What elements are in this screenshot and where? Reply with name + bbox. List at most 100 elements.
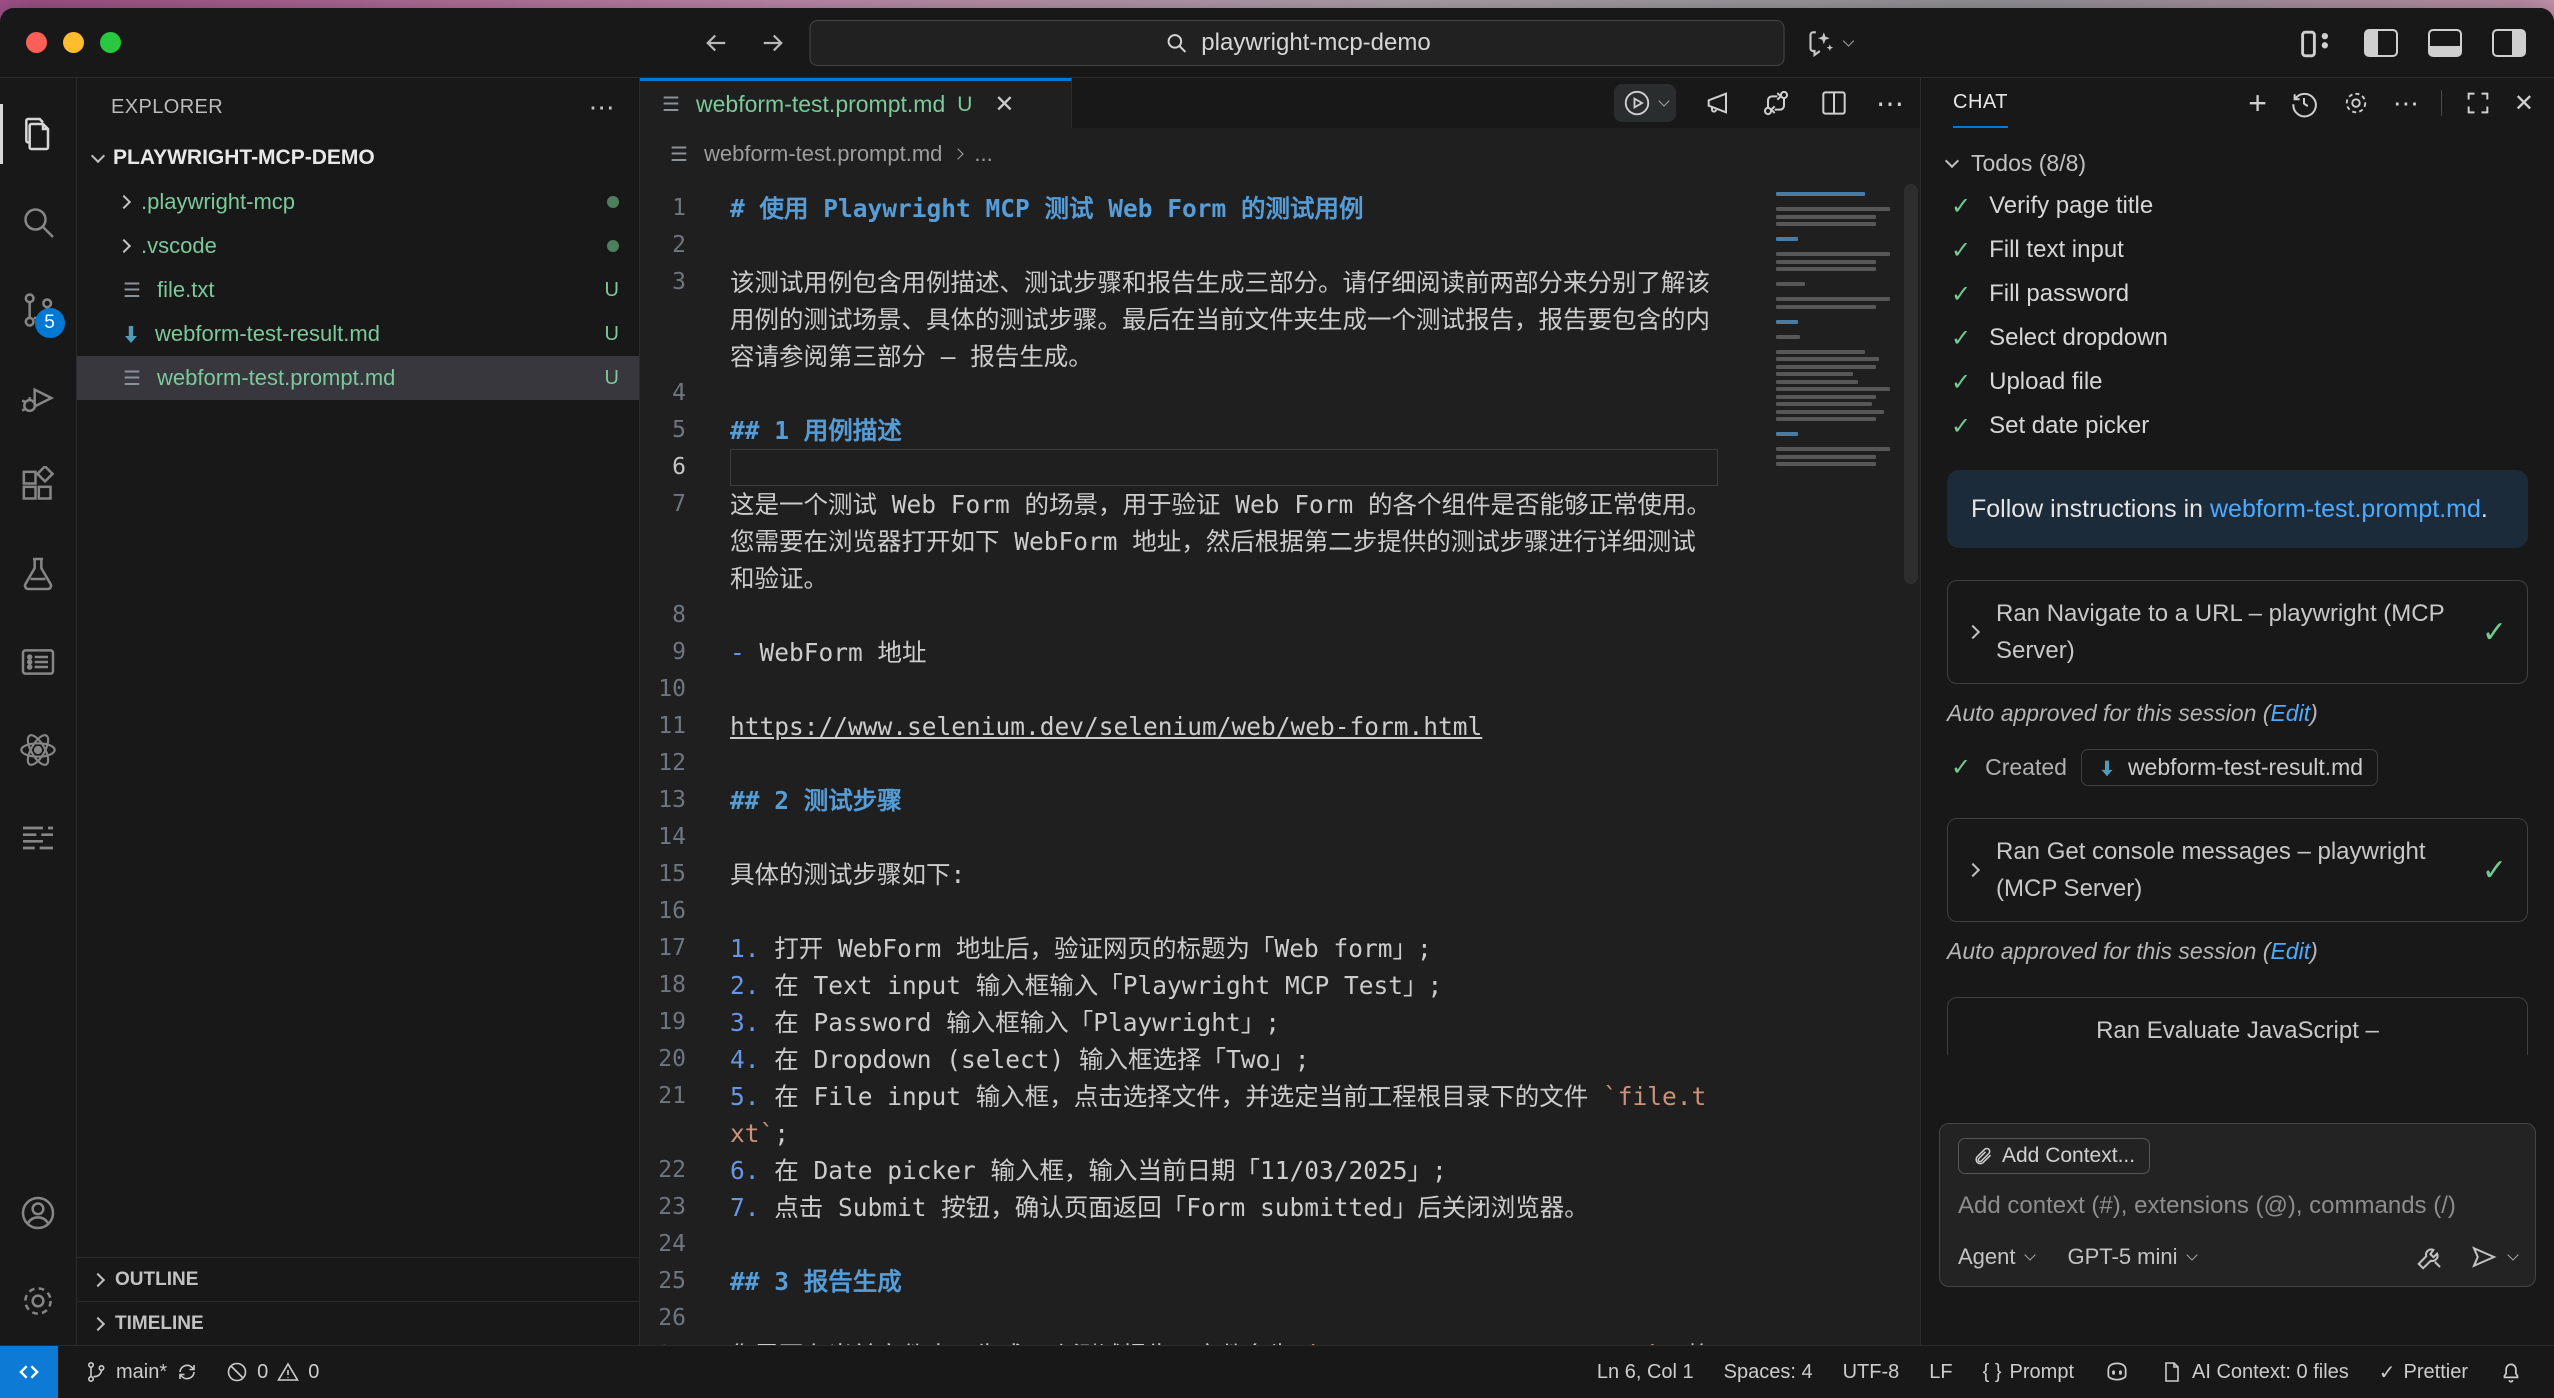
code-line-4[interactable]: 4 bbox=[640, 375, 1760, 412]
created-file-chip[interactable]: webform-test-result.md bbox=[2081, 749, 2378, 786]
code-line-26[interactable]: 26 bbox=[640, 1300, 1760, 1337]
explorer-item--playwright-mcp[interactable]: .playwright-mcp bbox=[77, 180, 639, 224]
code-line-14[interactable]: 14 bbox=[640, 819, 1760, 856]
toggle-secondary-sidebar-icon[interactable] bbox=[2492, 29, 2526, 57]
explorer-more-actions-icon[interactable]: ⋯ bbox=[589, 92, 615, 123]
code-line-22[interactable]: 226. 在 Date picker 输入框，输入当前日期「11/03/2025… bbox=[640, 1152, 1760, 1189]
code-line-21[interactable]: 215. 在 File input 输入框，点击选择文件，并选定当前工程根目录下… bbox=[640, 1078, 1760, 1152]
extensions-activity-icon[interactable] bbox=[0, 442, 77, 530]
explorer-activity-icon[interactable] bbox=[0, 90, 77, 178]
close-tab-icon[interactable]: ✕ bbox=[994, 90, 1014, 119]
code-line-7[interactable]: 7这是一个测试 Web Form 的场景，用于验证 Web Form 的各个组件… bbox=[640, 486, 1760, 597]
code-line-20[interactable]: 204. 在 Dropdown (select) 输入框选择「Two」; bbox=[640, 1041, 1760, 1078]
customize-layout-icon[interactable] bbox=[2300, 29, 2334, 57]
code-line-10[interactable]: 10 bbox=[640, 671, 1760, 708]
send-button[interactable] bbox=[2469, 1242, 2517, 1272]
minimize-window-button[interactable] bbox=[63, 32, 84, 53]
configure-tools-icon[interactable] bbox=[2415, 1242, 2445, 1272]
code-line-18[interactable]: 182. 在 Text input 输入框输入「Playwright MCP T… bbox=[640, 967, 1760, 1004]
indentation-status[interactable]: Spaces: 4 bbox=[1724, 1361, 1813, 1384]
chat-history-icon[interactable] bbox=[2289, 88, 2319, 118]
code-line-23[interactable]: 237. 点击 Submit 按钮，确认页面返回「Form submitted」… bbox=[640, 1189, 1760, 1226]
back-arrow-icon[interactable] bbox=[702, 28, 732, 58]
search-activity-icon[interactable] bbox=[0, 178, 77, 266]
new-chat-icon[interactable]: + bbox=[2248, 87, 2267, 119]
eol-status[interactable]: LF bbox=[1929, 1361, 1952, 1384]
code-line-3[interactable]: 3该测试用例包含用例描述、测试步骤和报告生成三部分。请仔细阅读前两部分来分别了解… bbox=[640, 264, 1760, 375]
timeline-section-header[interactable]: TIMELINE bbox=[77, 1301, 639, 1345]
split-editor-icon[interactable] bbox=[1818, 87, 1850, 119]
language-mode-status[interactable]: { }Prompt bbox=[1983, 1361, 2074, 1384]
compare-changes-icon[interactable] bbox=[1760, 87, 1792, 119]
code-line-11[interactable]: 11https://www.selenium.dev/selenium/web/… bbox=[640, 708, 1760, 745]
maximize-panel-icon[interactable] bbox=[2464, 89, 2492, 117]
code-line-8[interactable]: 8 bbox=[640, 597, 1760, 634]
code-line-1[interactable]: 1# 使用 Playwright MCP 测试 Web Form 的测试用例 bbox=[640, 190, 1760, 227]
accounts-icon[interactable] bbox=[0, 1169, 77, 1257]
notebook-activity-icon[interactable] bbox=[0, 618, 77, 706]
copilot-menu[interactable] bbox=[1807, 27, 1853, 59]
agent-mode-dropdown[interactable]: Agent bbox=[1958, 1244, 2034, 1270]
toggle-panel-icon[interactable] bbox=[2428, 29, 2462, 57]
code-line-27[interactable]: 27您需要在当前文件夹下生成一个测试报告，文件名为 `webform-test-… bbox=[640, 1337, 1760, 1345]
settings-gear-icon[interactable] bbox=[0, 1257, 77, 1345]
copilot-status-icon[interactable] bbox=[2104, 1359, 2130, 1385]
encoding-status[interactable]: UTF-8 bbox=[1843, 1361, 1900, 1384]
editor-content[interactable]: 1# 使用 Playwright MCP 测试 Web Form 的测试用例23… bbox=[640, 180, 1920, 1345]
workspace-root-folder[interactable]: PLAYWRIGHT-MCP-DEMO bbox=[77, 136, 639, 180]
zoom-window-button[interactable] bbox=[100, 32, 121, 53]
code-line-6[interactable]: 6 bbox=[640, 449, 1760, 486]
toggle-primary-sidebar-icon[interactable] bbox=[2364, 29, 2398, 57]
forward-arrow-icon[interactable] bbox=[758, 28, 788, 58]
cursor-position-status[interactable]: Ln 6, Col 1 bbox=[1597, 1361, 1694, 1384]
tool-call-console[interactable]: Ran Get console messages – playwright (M… bbox=[1947, 818, 2528, 922]
tab-webform-test-prompt[interactable]: ☰ webform-test.prompt.md U ✕ bbox=[640, 78, 1072, 128]
code-line-12[interactable]: 12 bbox=[640, 745, 1760, 782]
notifications-bell-icon[interactable] bbox=[2498, 1359, 2524, 1385]
source-control-activity-icon[interactable]: 5 bbox=[0, 266, 77, 354]
close-window-button[interactable] bbox=[26, 32, 47, 53]
code-line-16[interactable]: 16 bbox=[640, 893, 1760, 930]
editor-more-actions-icon[interactable]: ⋯ bbox=[1876, 87, 1904, 120]
todos-header[interactable]: Todos (8/8) bbox=[1947, 142, 2528, 184]
edit-approval-link[interactable]: Edit bbox=[2270, 938, 2310, 964]
prompt-file-link[interactable]: webform-test.prompt.md bbox=[2210, 495, 2481, 523]
tool-call-evaluate-js[interactable]: Ran Evaluate JavaScript – bbox=[1947, 997, 2528, 1055]
ai-context-status[interactable]: AI Context: 0 files bbox=[2160, 1360, 2349, 1384]
run-prompt-button[interactable] bbox=[1614, 84, 1676, 122]
tool-call-navigate[interactable]: Ran Navigate to a URL – playwright (MCP … bbox=[1947, 580, 2528, 684]
testing-activity-icon[interactable] bbox=[0, 530, 77, 618]
add-context-button[interactable]: Add Context... bbox=[1958, 1138, 2150, 1174]
code-line-5[interactable]: 5## 1 用例描述 bbox=[640, 412, 1760, 449]
tab-chat[interactable]: CHAT bbox=[1953, 78, 2008, 128]
remote-indicator[interactable] bbox=[0, 1346, 58, 1398]
code-line-25[interactable]: 25## 3 报告生成 bbox=[640, 1263, 1760, 1300]
code-line-19[interactable]: 193. 在 Password 输入框输入「Playwright」; bbox=[640, 1004, 1760, 1041]
code-line-13[interactable]: 13## 2 测试步骤 bbox=[640, 782, 1760, 819]
formatter-status[interactable]: ✓Prettier bbox=[2379, 1360, 2468, 1385]
code-line-24[interactable]: 24 bbox=[640, 1226, 1760, 1263]
code-line-17[interactable]: 171. 打开 WebForm 地址后，验证网页的标题为「Web form」; bbox=[640, 930, 1760, 967]
code-line-2[interactable]: 2 bbox=[640, 227, 1760, 264]
explorer-item-webform-test-prompt-md[interactable]: ☰webform-test.prompt.mdU bbox=[77, 356, 639, 400]
chat-settings-gear-icon[interactable] bbox=[2341, 88, 2371, 118]
feedback-megaphone-icon[interactable] bbox=[1702, 87, 1734, 119]
chat-input-field[interactable]: Add context (#), extensions (@), command… bbox=[1958, 1192, 2517, 1220]
explorer-item-webform-test-result-md[interactable]: webform-test-result.mdU bbox=[77, 312, 639, 356]
problems-status[interactable]: 0 0 bbox=[225, 1360, 319, 1384]
editor-scrollbar[interactable] bbox=[1904, 184, 1918, 584]
react-extension-activity-icon[interactable] bbox=[0, 706, 77, 794]
explorer-item--vscode[interactable]: .vscode bbox=[77, 224, 639, 268]
run-debug-activity-icon[interactable] bbox=[0, 354, 77, 442]
explorer-item-file-txt[interactable]: ☰file.txtU bbox=[77, 268, 639, 312]
git-branch-status[interactable]: main* bbox=[84, 1360, 199, 1384]
edit-approval-link[interactable]: Edit bbox=[2270, 700, 2310, 726]
breadcrumb[interactable]: ☰ webform-test.prompt.md ... bbox=[640, 128, 1920, 180]
model-dropdown[interactable]: GPT-5 mini bbox=[2068, 1244, 2196, 1270]
outline-extension-activity-icon[interactable] bbox=[0, 794, 77, 882]
code-line-9[interactable]: 9- WebForm 地址 bbox=[640, 634, 1760, 671]
code-line-15[interactable]: 15具体的测试步骤如下: bbox=[640, 856, 1760, 893]
chat-more-actions-icon[interactable]: ⋯ bbox=[2393, 88, 2419, 119]
minimap[interactable] bbox=[1776, 192, 1896, 470]
outline-section-header[interactable]: OUTLINE bbox=[77, 1257, 639, 1301]
